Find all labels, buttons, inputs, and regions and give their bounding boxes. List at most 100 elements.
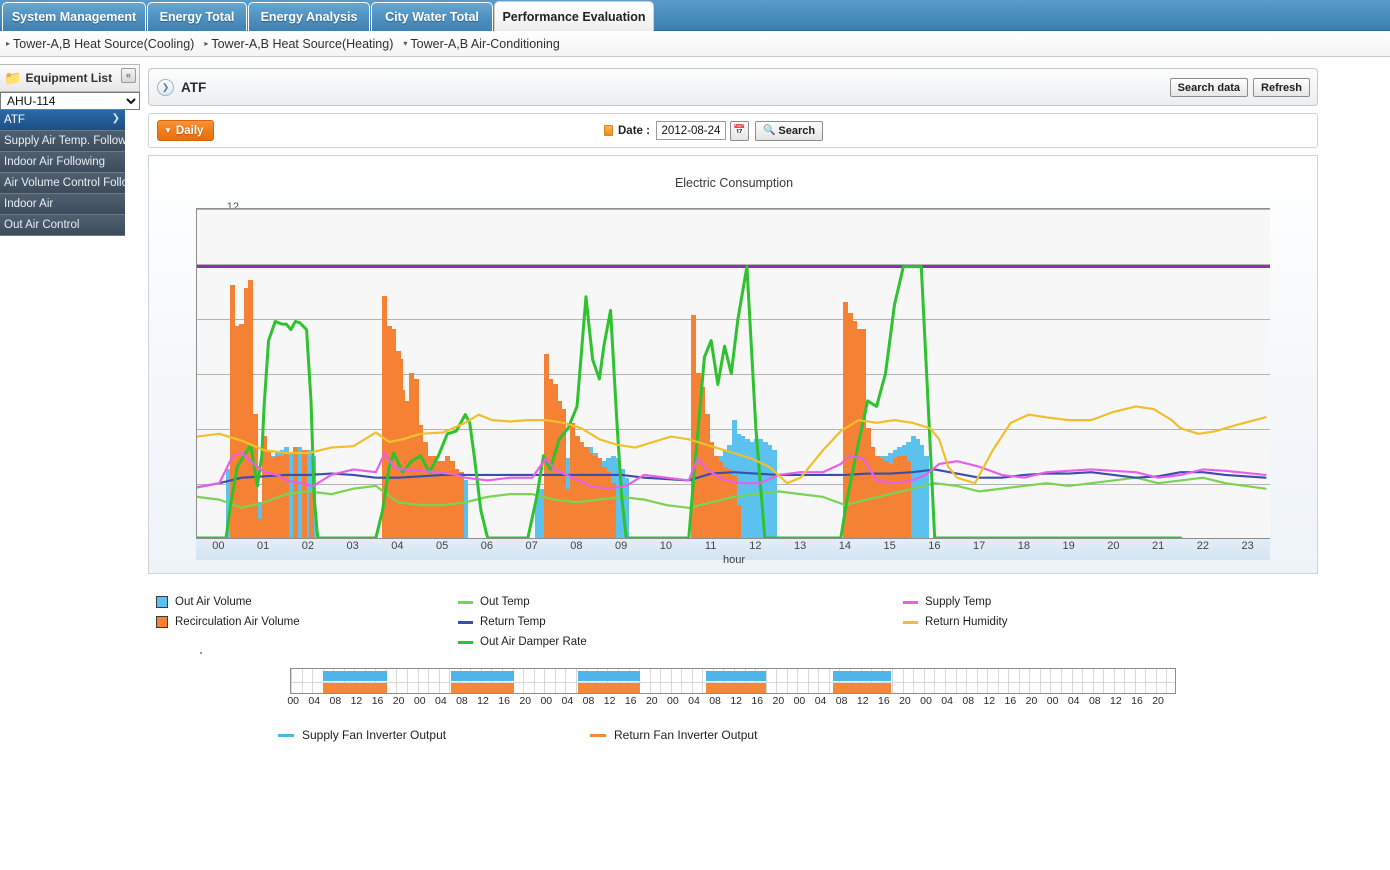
timeline-tick: 00 [920,695,932,707]
search-data-button[interactable]: Search data [1169,78,1249,97]
timeline-gridline [966,669,968,693]
search-button[interactable]: 🔍 Search [754,120,824,141]
timeline-plot[interactable] [290,668,1176,694]
sidebar-item-label: ATF [4,114,25,126]
timeline-gridline [1103,669,1105,693]
timeline-gridline [691,669,693,693]
timeline-tick: 08 [329,695,342,707]
calendar-icon[interactable]: 📅 [729,120,749,141]
breadcrumb-marker-icon: ▸ [6,39,11,48]
timeline-tick: 16 [877,695,890,707]
legend-item[interactable]: Out Air Volume [156,592,300,612]
legend-item[interactable]: Return Humidity [903,612,1007,632]
timeline-tick: 08 [709,695,721,707]
timeline-gridline [533,669,535,693]
timeline-tick: 20 [392,695,405,707]
tab-city-water-total[interactable]: City Water Total [371,2,493,31]
sidebar-item-indoor-air[interactable]: Indoor Air [0,194,125,215]
timeline-tick: 04 [688,695,700,707]
timeline-tick: 00 [287,695,299,707]
timeline-tick: 20 [1152,695,1164,707]
search-button-label: Search [778,124,816,137]
sidebar-header: 📁 Equipment List « [0,64,140,92]
tab-performance-evaluation[interactable]: Performance Evaluation [494,1,654,32]
timeline-gridline [765,669,767,693]
timeline-gridline [670,669,672,693]
period-daily-button[interactable]: ▼ Daily [157,120,215,141]
legend-column-3: Supply Temp Return Humidity [903,592,1007,632]
timeline-tick: 12 [350,695,363,707]
date-label: Date : [618,124,650,137]
legend-swatch [156,616,168,628]
x-axis-tick: 06 [480,540,493,552]
x-axis-tick: 23 [1241,540,1254,552]
x-axis-tick: 22 [1196,540,1209,552]
legend-item[interactable]: Return Temp [458,612,587,632]
expand-icon[interactable]: ❯ [157,78,174,96]
timeline-tick: 12 [983,695,996,707]
timeline-legend-item[interactable]: Supply Fan Inverter Output [278,728,446,742]
legend-label: Return Temp [480,616,546,628]
legend-label: Recirculation Air Volume [175,616,300,628]
x-axis-tick: 09 [615,540,628,552]
x-axis-tick: 02 [301,540,314,552]
timeline-gridline [818,669,820,693]
x-axis-tick: 13 [794,540,807,552]
sidebar-item-out-air-control[interactable]: Out Air Control [0,215,125,236]
tab-label: System Management [11,10,137,24]
timeline-bar-supply-fan [451,671,514,681]
timeline-tick: 04 [814,695,827,707]
refresh-button[interactable]: Refresh [1253,78,1310,97]
breadcrumb-item-2[interactable]: ▾ Tower-A,B Air-Conditioning [403,37,559,51]
breadcrumb-item-0[interactable]: ▸ Tower-A,B Heat Source(Cooling) [6,37,194,51]
timeline-gridline [892,669,894,693]
chart-plot-area [196,208,1270,538]
legend-item[interactable]: Supply Temp [903,592,1007,612]
timeline-legend-label: Return Fan Inverter Output [614,728,758,742]
timeline-gridline [1039,669,1041,693]
timeline-gridline [955,669,957,693]
timeline-tick: 08 [1088,695,1101,707]
timeline-gridline [923,669,925,693]
legend-swatch [156,596,168,608]
timeline-gridline [786,669,788,693]
timeline-bar-supply-fan [577,671,641,681]
page-title: ATF [181,79,207,95]
timeline-tick: 20 [1025,695,1038,707]
sidebar-item-indoor-air-following[interactable]: Indoor Air Following [0,152,125,173]
sidebar-item-atf[interactable]: ATF [0,110,125,131]
legend-label: Supply Temp [925,596,992,608]
tab-label: Performance Evaluation [502,9,646,24]
breadcrumb-item-1[interactable]: ▸ Tower-A,B Heat Source(Heating) [204,37,393,51]
tab-energy-total[interactable]: Energy Total [147,2,247,31]
timeline-tick: 20 [645,695,658,707]
timeline-tick: 20 [899,695,911,707]
chart-x-axis-label: hour [722,554,746,566]
chart-title: Electric Consumption [674,176,794,190]
timeline-gridline [1060,669,1062,693]
timeline-tick: 12 [477,695,489,707]
legend-swatch [458,640,473,644]
sidebar-item-supply-air-temp-following[interactable]: Supply Air Temp. Following [0,131,125,152]
legend-item[interactable]: Out Air Damper Rate [458,632,587,652]
timeline-tick: 16 [1004,695,1017,707]
sidebar-item-air-volume-control-following[interactable]: Air Volume Control Following [0,173,125,194]
timeline-legend-item[interactable]: Return Fan Inverter Output [590,728,757,742]
date-input[interactable] [655,121,726,140]
collapse-sidebar-button[interactable]: « [121,68,136,83]
tab-system-management[interactable]: System Management [2,2,146,31]
equipment-select[interactable]: AHU-114 [0,92,140,110]
timeline-gridline [312,669,314,693]
timeline-gridline [565,669,567,693]
timeline-tick: 16 [498,695,510,707]
legend-item[interactable]: Recirculation Air Volume [156,612,300,632]
timeline-gridline [449,669,451,693]
timeline-tick: 12 [603,695,616,707]
tab-label: Energy Total [159,10,235,24]
legend-item[interactable]: Out Temp [458,592,587,612]
timeline-tick: 04 [1067,695,1080,707]
timeline-gridline [417,669,419,693]
timeline-gridline [902,669,904,693]
x-axis-tick: 17 [973,540,986,552]
tab-energy-analysis[interactable]: Energy Analysis [248,2,370,31]
